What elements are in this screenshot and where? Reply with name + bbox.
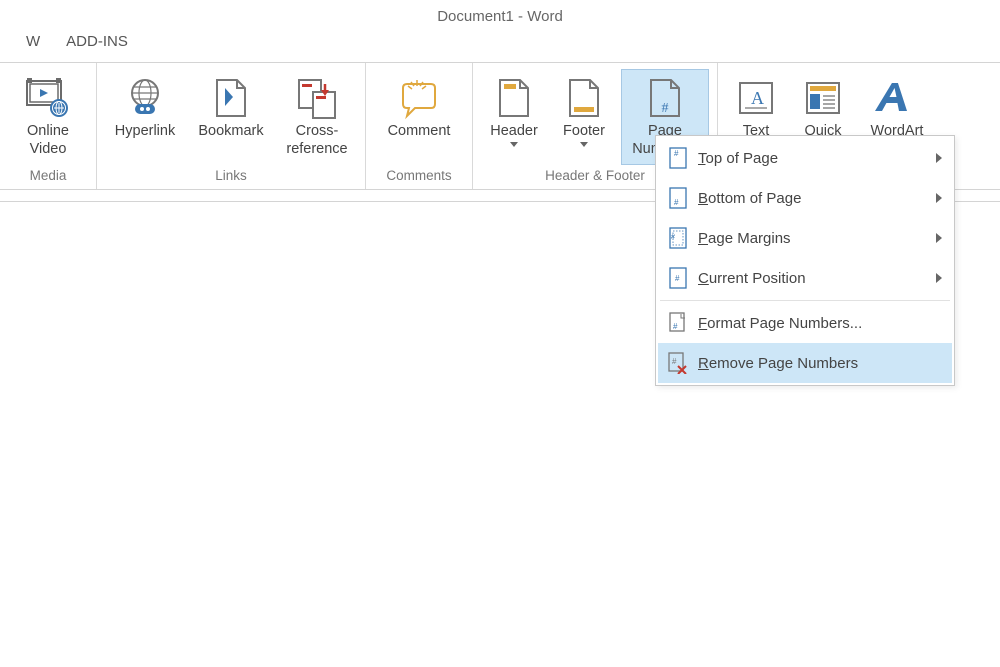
quick-parts-icon (799, 74, 847, 122)
menu-page-margins-label: Page Margins (692, 230, 936, 247)
menu-top-of-page-label: Top of Page (692, 150, 936, 167)
header-icon (490, 74, 538, 122)
submenu-arrow-icon (936, 233, 942, 243)
svg-text:#: # (671, 234, 675, 241)
wordart-icon (873, 74, 921, 122)
group-comments: Comment Comments (366, 63, 473, 189)
svg-text:#: # (673, 322, 678, 331)
hyperlink-label: Hyperlink (115, 122, 175, 140)
footer-button[interactable]: Footer (553, 69, 615, 165)
submenu-arrow-icon (936, 273, 942, 283)
page-number-menu: # Top of Page # Bottom of Page # Page Ma… (655, 135, 955, 386)
online-video-icon (24, 74, 72, 122)
group-links: Hyperlink Bookmark (97, 63, 366, 189)
chevron-down-icon (510, 142, 518, 147)
comment-icon (395, 74, 443, 122)
menu-top-of-page[interactable]: # Top of Page (658, 138, 952, 178)
window-title: Document1 - Word (0, 0, 1000, 31)
group-media: Online Video Media (0, 63, 97, 189)
page-margins-icon: # (664, 227, 692, 249)
group-media-label: Media (8, 165, 88, 185)
svg-text:#: # (674, 198, 679, 207)
bookmark-label: Bookmark (198, 122, 263, 140)
page-number-icon: # (641, 74, 689, 122)
header-button[interactable]: Header (481, 69, 547, 165)
svg-text:#: # (675, 274, 680, 283)
hyperlink-icon (121, 74, 169, 122)
svg-text:#: # (672, 357, 677, 366)
svg-text:A: A (751, 88, 764, 108)
group-comments-label: Comments (374, 165, 464, 185)
footer-label: Footer (563, 122, 605, 140)
comment-button[interactable]: Comment (374, 69, 464, 165)
svg-text:#: # (662, 101, 669, 116)
menu-remove-page-numbers-label: Remove Page Numbers (692, 355, 942, 372)
cross-reference-label-2: reference (286, 140, 347, 158)
comment-label: Comment (388, 122, 451, 140)
menu-format-page-numbers-label: Format Page Numbers... (692, 315, 942, 332)
submenu-arrow-icon (936, 153, 942, 163)
current-position-icon: # (664, 267, 692, 289)
submenu-arrow-icon (936, 193, 942, 203)
text-box-icon: A (732, 74, 780, 122)
cross-reference-label-1: Cross- (296, 122, 339, 140)
tab-addins[interactable]: ADD-INS (62, 31, 132, 52)
bookmark-icon (207, 74, 255, 122)
top-of-page-icon: # (664, 147, 692, 169)
menu-current-position[interactable]: # Current Position (658, 258, 952, 298)
hyperlink-button[interactable]: Hyperlink (105, 69, 185, 165)
menu-bottom-of-page-label: Bottom of Page (692, 190, 936, 207)
group-links-label: Links (105, 165, 357, 185)
cross-reference-icon (293, 74, 341, 122)
menu-current-position-label: Current Position (692, 270, 936, 287)
ribbon-tabs: W ADD-INS (0, 31, 1000, 52)
chevron-down-icon (580, 142, 588, 147)
online-video-button[interactable]: Online Video (8, 69, 88, 165)
footer-icon (560, 74, 608, 122)
bottom-of-page-icon: # (664, 187, 692, 209)
online-video-label-2: Video (30, 140, 67, 158)
svg-text:#: # (674, 149, 679, 158)
header-label: Header (490, 122, 538, 140)
menu-bottom-of-page[interactable]: # Bottom of Page (658, 178, 952, 218)
remove-page-numbers-icon: # (664, 352, 692, 374)
format-page-numbers-icon: # (664, 312, 692, 334)
cross-reference-button[interactable]: Cross- reference (277, 69, 357, 165)
tab-view-suffix[interactable]: W (22, 31, 44, 52)
menu-remove-page-numbers[interactable]: # Remove Page Numbers (658, 343, 952, 383)
menu-separator (660, 300, 950, 301)
menu-page-margins[interactable]: # Page Margins (658, 218, 952, 258)
bookmark-button[interactable]: Bookmark (191, 69, 271, 165)
online-video-label-1: Online (27, 122, 69, 140)
menu-format-page-numbers[interactable]: # Format Page Numbers... (658, 303, 952, 343)
